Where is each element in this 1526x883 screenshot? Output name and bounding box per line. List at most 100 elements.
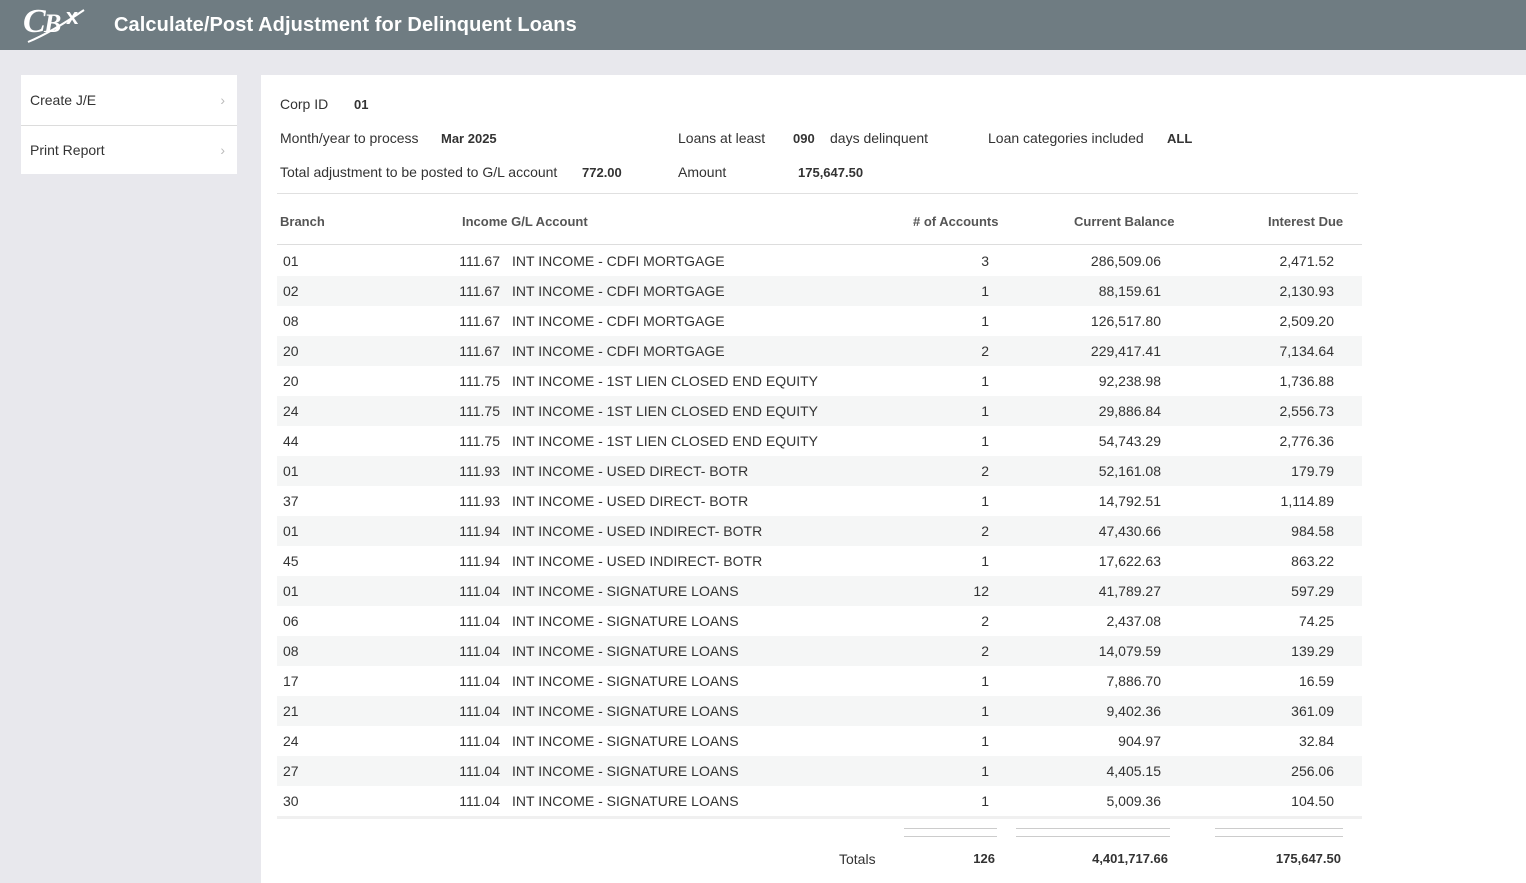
total-underline [904,828,997,837]
cell-description: INT INCOME - SIGNATURE LOANS [512,613,739,629]
sidebar-item-create-je[interactable]: Create J/E › [21,75,237,125]
cbx-logo-icon[interactable]: C B x [22,2,90,46]
cell-gl-account: 111.04 [459,793,500,809]
cell-interest: 1,736.88 [1279,373,1335,389]
cell-branch: 06 [283,613,299,629]
cell-accounts: 2 [981,523,989,539]
table-row[interactable]: 01 111.94 INT INCOME - USED INDIRECT- BOTR… [277,516,1362,546]
table-row[interactable]: 01 111.67 INT INCOME - CDFI MORTGAGE 3 286,5… [277,246,1362,276]
table-row[interactable]: 02 111.67 INT INCOME - CDFI MORTGAGE 1 88,15… [277,276,1362,306]
cell-branch: 17 [283,673,299,689]
cell-balance: 88,159.61 [1098,283,1161,299]
table-row[interactable]: 24 111.75 INT INCOME - 1ST LIEN CLOSED END… [277,396,1362,426]
cell-balance: 4,405.15 [1106,763,1162,779]
table-scroll-edge [277,816,1362,819]
cell-accounts: 1 [981,763,989,779]
cell-accounts: 1 [981,553,989,569]
data-table-body[interactable]: 01 111.67 INT INCOME - CDFI MORTGAGE 3 286,5… [277,246,1362,816]
loans-days-value: 090 [793,131,815,146]
cell-description: INT INCOME - SIGNATURE LOANS [512,793,739,809]
cell-branch: 44 [283,433,299,449]
cell-branch: 30 [283,793,299,809]
table-row[interactable]: 08 111.67 INT INCOME - CDFI MORTGAGE 1 126,5… [277,306,1362,336]
cell-description: INT INCOME - SIGNATURE LOANS [512,763,739,779]
cell-accounts: 2 [981,463,989,479]
table-row[interactable]: 06 111.04 INT INCOME - SIGNATURE LOANS 2 2,4… [277,606,1362,636]
table-row[interactable]: 20 111.67 INT INCOME - CDFI MORTGAGE 2 229,4… [277,336,1362,366]
cell-description: INT INCOME - USED INDIRECT- BOTR [512,553,763,569]
cell-interest: 2,471.52 [1279,253,1335,269]
cell-interest: 597.29 [1291,583,1334,599]
cell-accounts: 2 [981,613,989,629]
chevron-right-icon: › [220,142,225,158]
cell-accounts: 1 [981,313,989,329]
cell-balance: 126,517.80 [1090,313,1161,329]
cell-accounts: 1 [981,283,989,299]
cell-balance: 54,743.29 [1098,433,1161,449]
total-balance: 4,401,717.66 [1092,851,1168,866]
days-delinquent-label: days delinquent [830,130,929,146]
cell-interest: 361.09 [1291,703,1334,719]
table-row[interactable]: 30 111.04 INT INCOME - SIGNATURE LOANS 1 5,0… [277,786,1362,816]
total-adjustment-value: 772.00 [582,165,622,180]
cell-description: INT INCOME - 1ST LIEN CLOSED END EQUITY [512,433,818,449]
amount-label: Amount [678,164,727,180]
cell-description: INT INCOME - USED DIRECT- BOTR [512,493,749,509]
total-underline [1016,828,1170,837]
cell-balance: 17,622.63 [1098,553,1161,569]
total-interest: 175,647.50 [1275,851,1341,866]
cell-branch: 21 [283,703,299,719]
cell-gl-account: 111.67 [459,253,500,269]
cell-gl-account: 111.04 [459,643,500,659]
table-row[interactable]: 45 111.94 INT INCOME - USED INDIRECT- BOTR… [277,546,1362,576]
cell-balance: 52,161.08 [1098,463,1161,479]
cell-gl-account: 111.93 [459,463,500,479]
cell-interest: 1,114.89 [1280,493,1334,509]
cell-gl-account: 111.04 [459,733,500,749]
cell-description: INT INCOME - SIGNATURE LOANS [512,673,739,689]
cell-description: INT INCOME - CDFI MORTGAGE [512,253,725,269]
table-row[interactable]: 24 111.04 INT INCOME - SIGNATURE LOANS 1 904… [277,726,1362,756]
cell-description: INT INCOME - SIGNATURE LOANS [512,643,739,659]
cell-branch: 01 [283,523,299,539]
cell-interest: 256.06 [1291,763,1334,779]
cell-description: INT INCOME - CDFI MORTGAGE [512,313,725,329]
cell-interest: 984.58 [1291,523,1334,539]
table-row[interactable]: 21 111.04 INT INCOME - SIGNATURE LOANS 1 9,4… [277,696,1362,726]
corp-id-value: 01 [354,97,369,112]
table-row[interactable]: 37 111.93 INT INCOME - USED DIRECT- BOTR 1 1… [277,486,1362,516]
cell-description: INT INCOME - SIGNATURE LOANS [512,583,739,599]
table-row[interactable]: 44 111.75 INT INCOME - 1ST LIEN CLOSED END… [277,426,1362,456]
cell-description: INT INCOME - CDFI MORTGAGE [512,283,725,299]
cell-interest: 139.29 [1291,643,1334,659]
cell-gl-account: 111.04 [459,613,500,629]
sidebar-item-label: Create J/E [30,92,97,108]
cell-branch: 08 [283,643,299,659]
table-row[interactable]: 27 111.04 INT INCOME - SIGNATURE LOANS 1 4,4… [277,756,1362,786]
cell-balance: 14,792.51 [1098,493,1161,509]
cell-branch: 27 [283,763,299,779]
cell-gl-account: 111.75 [459,433,500,449]
cell-description: INT INCOME - 1ST LIEN CLOSED END EQUITY [512,403,818,419]
column-header-balance: Current Balance [1074,214,1175,229]
cell-interest: 179.79 [1291,463,1334,479]
cell-gl-account: 111.67 [459,283,500,299]
table-row[interactable]: 01 111.04 INT INCOME - SIGNATURE LOANS 12 41… [277,576,1362,606]
cell-interest: 74.25 [1298,613,1334,629]
cell-balance: 904.97 [1118,733,1161,749]
table-row[interactable]: 20 111.75 INT INCOME - 1ST LIEN CLOSED END… [277,366,1362,396]
cell-balance: 7,886.70 [1106,673,1162,689]
cell-gl-account: 111.94 [459,523,500,539]
sidebar-item-print-report[interactable]: Print Report › [21,125,237,174]
page-title: Calculate/Post Adjustment for Delinquent… [114,14,577,36]
cell-accounts: 1 [981,433,989,449]
month-label: Month/year to process [280,130,419,146]
table-row[interactable]: 08 111.04 INT INCOME - SIGNATURE LOANS 2 14,… [277,636,1362,666]
cell-branch: 02 [283,283,299,299]
table-row[interactable]: 17 111.04 INT INCOME - SIGNATURE LOANS 1 7,8… [277,666,1362,696]
cell-interest: 863.22 [1291,553,1334,569]
table-row[interactable]: 01 111.93 INT INCOME - USED DIRECT- BOTR 2 5… [277,456,1362,486]
cell-branch: 20 [283,343,299,359]
cell-description: INT INCOME - CDFI MORTGAGE [512,343,725,359]
total-accounts: 126 [973,851,995,866]
